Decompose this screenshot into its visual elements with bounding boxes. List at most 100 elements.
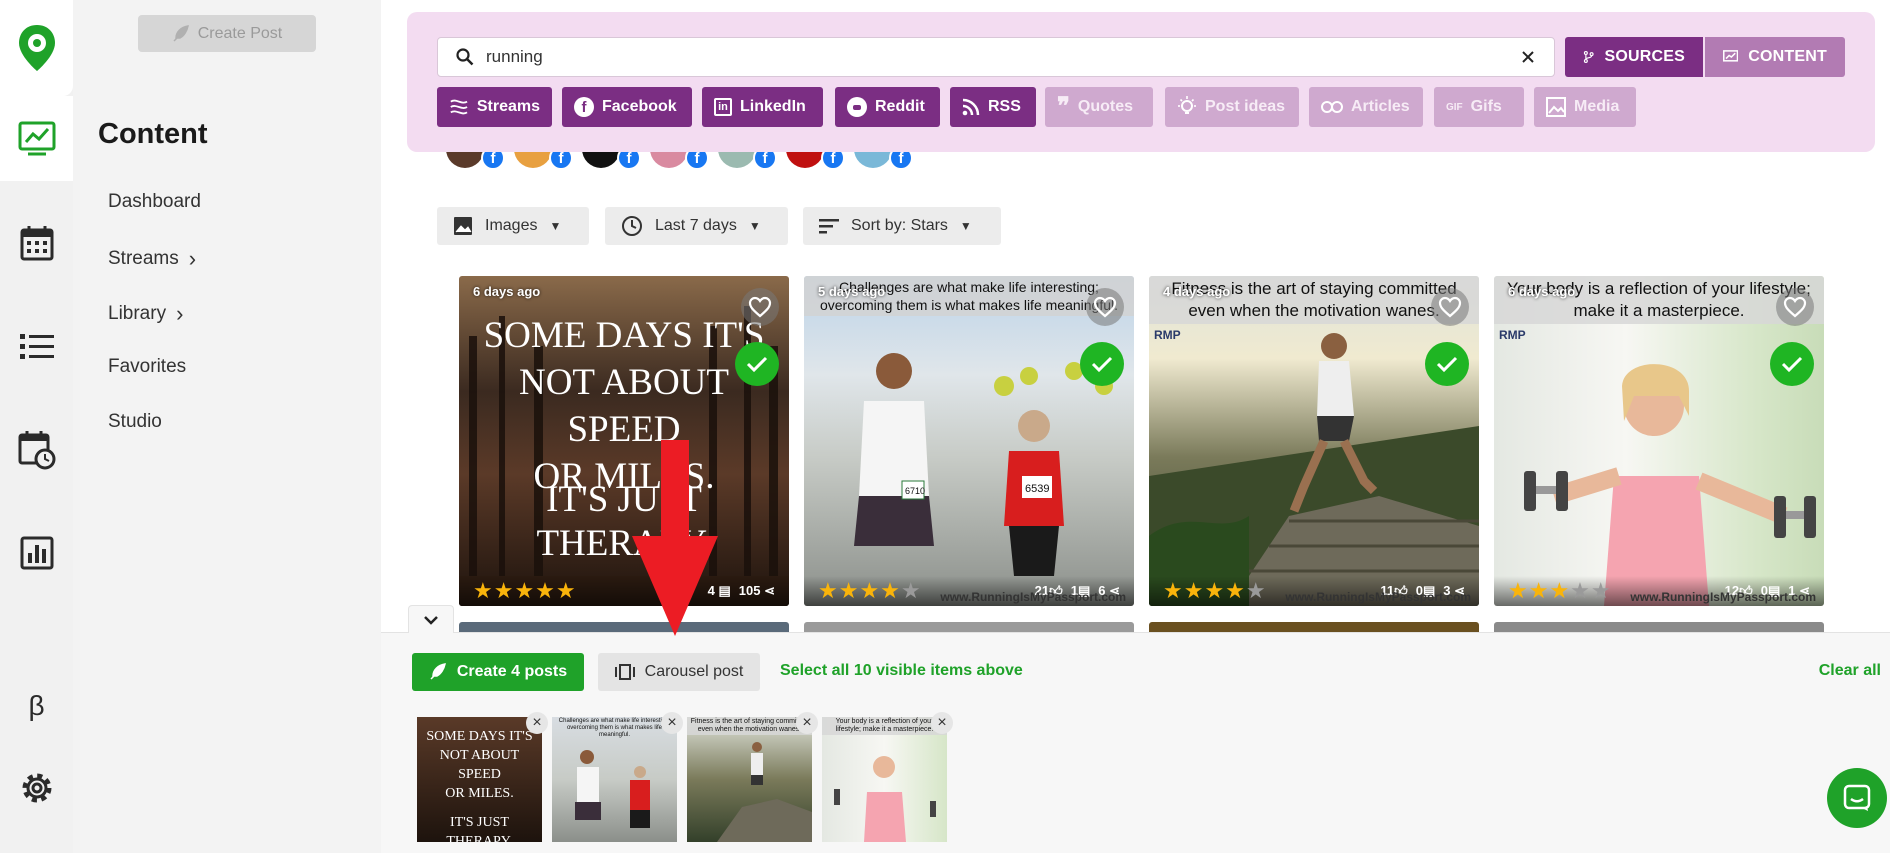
- source-facebook-button[interactable]: f Facebook: [562, 87, 692, 127]
- source-reddit-button[interactable]: Reddit: [835, 87, 940, 127]
- source-label: RSS: [988, 98, 1021, 115]
- source-gifs-button[interactable]: GIF Gifs: [1434, 87, 1524, 127]
- sources-mode-button[interactable]: SOURCES: [1565, 37, 1703, 77]
- source-articles-button[interactable]: Articles: [1309, 87, 1423, 127]
- create-posts-button[interactable]: Create 4 posts: [412, 653, 584, 691]
- favorite-heart-icon[interactable]: [1431, 288, 1469, 326]
- selected-check-icon[interactable]: [735, 342, 779, 386]
- content-card[interactable]: 6 days ago SOME DAYS IT'S NOT ABOUT SPEE…: [459, 276, 789, 606]
- quote-line: OR MILES.: [445, 786, 514, 801]
- selected-thumbnail[interactable]: Fitness is the art of staying committed …: [687, 717, 812, 842]
- selected-check-icon[interactable]: [1425, 342, 1469, 386]
- sort-dropdown[interactable]: Sort by: Stars ▼: [803, 207, 1001, 245]
- content-chart-icon: [18, 121, 55, 155]
- sidebar-item-label: Streams: [108, 248, 179, 269]
- caret-down-icon: ▼: [748, 219, 761, 233]
- source-media-button[interactable]: Media: [1534, 87, 1636, 127]
- quote-line: THERAPY.: [446, 834, 513, 842]
- remove-thumbnail-icon[interactable]: ×: [931, 712, 953, 734]
- sidebar-item-library[interactable]: Library ›: [108, 301, 183, 327]
- sort-icon: [819, 219, 839, 234]
- select-all-link[interactable]: Select all 10 visible items above: [780, 662, 1023, 680]
- rail-list[interactable]: [0, 322, 73, 372]
- sidebar-item-favorites[interactable]: Favorites: [108, 356, 186, 378]
- sidebar-item-label: Library: [108, 303, 167, 324]
- icon-rail: β: [0, 0, 73, 853]
- content-card[interactable]: Challenges are what make life interestin…: [804, 276, 1134, 606]
- favorite-heart-icon[interactable]: [741, 288, 779, 326]
- source-linkedin-button[interactable]: in LinkedIn: [702, 87, 823, 127]
- feather-icon: [430, 663, 446, 680]
- beta-icon[interactable]: β: [0, 686, 73, 726]
- collapse-tray-button[interactable]: [408, 605, 454, 633]
- source-quotes-button[interactable]: ❞ Quotes: [1045, 87, 1153, 127]
- sidebar-item-studio[interactable]: Studio: [108, 411, 162, 433]
- brand-logo: RMP: [1499, 328, 1526, 342]
- remove-thumbnail-icon[interactable]: ×: [526, 712, 548, 734]
- rail-content[interactable]: [0, 96, 73, 181]
- source-label: Articles: [1351, 98, 1410, 115]
- branch-icon: [1583, 50, 1594, 64]
- logo[interactable]: [0, 0, 73, 96]
- clear-search-icon[interactable]: [1520, 49, 1536, 65]
- rail-settings[interactable]: [0, 766, 73, 810]
- clock-icon: [622, 216, 642, 236]
- image-icon: [454, 217, 472, 235]
- selected-thumbnail[interactable]: Challenges are what make life interestin…: [552, 717, 677, 842]
- page-title: Content: [98, 118, 208, 150]
- selected-thumbnail[interactable]: Your body is a reflection of your lifest…: [822, 717, 947, 842]
- date-filter-dropdown[interactable]: Last 7 days ▼: [605, 207, 788, 245]
- carousel-icon: [614, 664, 635, 680]
- source-label: Quotes: [1077, 98, 1134, 115]
- runners-image: 6710 6539: [854, 353, 1113, 576]
- remove-thumbnail-icon[interactable]: ×: [661, 712, 683, 734]
- carousel-post-button[interactable]: Carousel post: [598, 653, 760, 691]
- content-card[interactable]: Your body is a reflection of your lifest…: [1494, 276, 1824, 606]
- quote-line: THERAPY.: [536, 523, 712, 564]
- rail-calendar[interactable]: [0, 218, 73, 268]
- sidebar-item-label: Studio: [108, 411, 162, 432]
- source-label: LinkedIn: [740, 98, 806, 115]
- dumbbell-woman-image: [1524, 364, 1816, 606]
- search-icon: [456, 48, 474, 66]
- rail-analytics[interactable]: [0, 528, 73, 578]
- chat-support-button[interactable]: [1827, 768, 1887, 828]
- type-filter-dropdown[interactable]: Images ▼: [437, 207, 589, 245]
- source-label: Gifs: [1470, 98, 1502, 115]
- sidebar-item-streams[interactable]: Streams ›: [108, 246, 196, 272]
- sidebar-item-label: Favorites: [108, 356, 187, 377]
- favorite-heart-icon[interactable]: [1776, 288, 1814, 326]
- chat-icon: [1843, 784, 1871, 811]
- source-post-ideas-button[interactable]: Post ideas: [1165, 87, 1299, 127]
- content-card[interactable]: Fitness is the art of staying committed …: [1149, 276, 1479, 606]
- source-label: Reddit: [875, 98, 925, 115]
- logo-pin-icon: [18, 25, 55, 71]
- card-watermark: www.RunningIsMyPassport.com: [940, 590, 1126, 604]
- favorite-heart-icon[interactable]: [1086, 288, 1124, 326]
- content-card-peek[interactable]: [804, 622, 1134, 632]
- selected-check-icon[interactable]: [1770, 342, 1814, 386]
- source-streams-button[interactable]: Streams: [437, 87, 552, 127]
- content-mode-button[interactable]: CONTENT: [1705, 37, 1845, 77]
- search-box: [437, 37, 1555, 77]
- remove-thumbnail-icon[interactable]: ×: [796, 712, 818, 734]
- content-card-peek[interactable]: [1149, 622, 1479, 632]
- content-card-peek[interactable]: [1494, 622, 1824, 632]
- gif-icon: GIF: [1446, 101, 1463, 113]
- sidebar-item-dashboard[interactable]: Dashboard: [108, 191, 201, 213]
- rail-schedule[interactable]: [0, 425, 73, 475]
- source-rss-button[interactable]: RSS: [950, 87, 1036, 127]
- selected-check-icon[interactable]: [1080, 342, 1124, 386]
- linkedin-icon: in: [714, 98, 732, 116]
- clear-all-link[interactable]: Clear all: [1819, 662, 1881, 680]
- create-post-button[interactable]: Create Post: [138, 15, 316, 52]
- selected-thumbnail[interactable]: SOME DAYS IT'S NOT ABOUT SPEED OR MILES.…: [417, 717, 542, 842]
- search-input[interactable]: [486, 47, 1520, 67]
- card-quote: SOME DAYS IT'S NOT ABOUT SPEED OR MILES.: [459, 312, 789, 500]
- quote-line: IT'S JUST: [450, 815, 509, 830]
- card-watermark: www.RunningIsMyPassport.com: [1285, 590, 1471, 604]
- quote-line: IT'S JUST: [546, 479, 702, 520]
- sidebar-item-label: Dashboard: [108, 191, 201, 212]
- content-card-peek[interactable]: [459, 622, 789, 632]
- star-rating: ★★★★★: [473, 578, 577, 603]
